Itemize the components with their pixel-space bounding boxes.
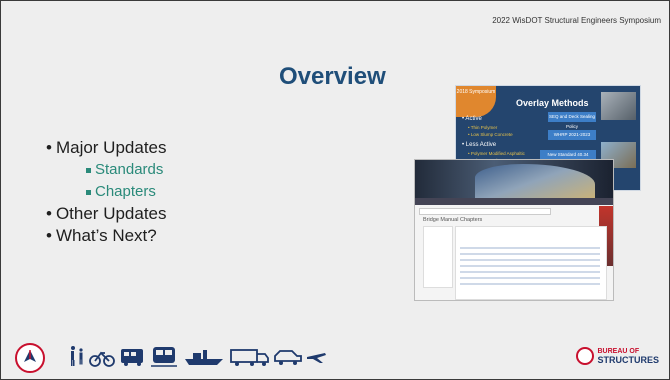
overlay-methods-title: Overlay Methods xyxy=(516,98,589,108)
bullet-major-updates: Major Updates xyxy=(46,137,167,159)
less-active-label: • Less Active xyxy=(462,142,497,148)
conference-header: 2022 WisDOT Structural Engineers Symposi… xyxy=(492,16,661,25)
bureau-line2: STRUCTURES xyxy=(597,355,659,365)
bridge-manual-screenshot: Bridge Manual Chapters xyxy=(414,159,614,301)
web-left-nav xyxy=(423,226,453,288)
web-page-title: Bridge Manual Chapters xyxy=(423,217,483,223)
slide-title: Overview xyxy=(279,63,386,90)
bullet-list: Major Updates Standards Chapters Other U… xyxy=(46,137,167,247)
transport-modes-icon xyxy=(71,346,326,367)
web-content-panel xyxy=(455,226,607,300)
wisdot-logo-icon xyxy=(15,343,45,373)
active-item: • Low Slump Concrete xyxy=(468,132,513,137)
arrow-label: SEQ and Deck Sealing Policy xyxy=(548,112,596,129)
active-item: • Thin Polymer xyxy=(468,125,498,130)
active-label: • Active xyxy=(462,116,482,122)
less-active-item: • Polymer Modified Asphaltic xyxy=(468,151,525,156)
overlay-photo xyxy=(601,92,636,120)
sub-bullet-chapters: Chapters xyxy=(86,181,167,203)
arrow-label: WHRP 2021-2023 xyxy=(548,130,596,140)
slide-footer: BUREAU OF STRUCTURES xyxy=(1,335,669,379)
bullet-other-updates: Other Updates xyxy=(46,203,167,225)
web-nav-bar xyxy=(415,198,613,205)
slide: 2022 WisDOT Structural Engineers Symposi… xyxy=(0,0,670,380)
sub-bullet-standards: Standards xyxy=(86,159,167,181)
symposium-corner-badge: 2018 Symposium xyxy=(456,86,496,117)
bureau-of-structures-logo: BUREAU OF STRUCTURES xyxy=(576,345,659,367)
transport-icons xyxy=(67,343,327,369)
bullet-whats-next: What’s Next? xyxy=(46,225,167,247)
web-search-bar xyxy=(419,208,551,215)
bureau-seal-icon xyxy=(576,347,595,365)
